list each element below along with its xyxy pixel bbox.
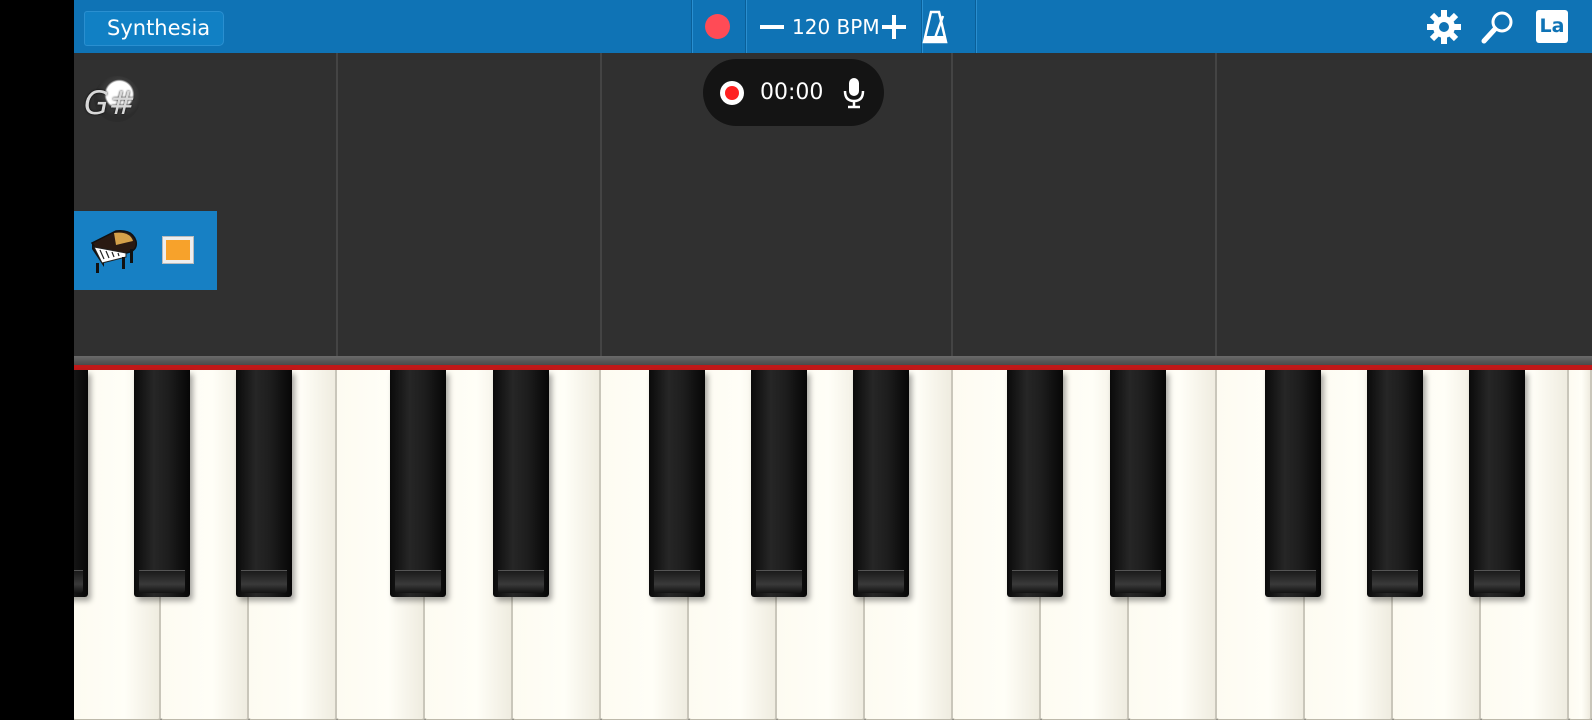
synthesia-app: Synthesia 120 BPM La G# 00:00 — [74, 0, 1592, 720]
keyboard-rail — [74, 356, 1592, 365]
black-key[interactable] — [853, 370, 909, 597]
black-key[interactable] — [1367, 370, 1423, 597]
top-toolbar: Synthesia 120 BPM La — [74, 0, 1592, 53]
black-key[interactable] — [1110, 370, 1166, 597]
black-key[interactable] — [751, 370, 807, 597]
track-color-swatch[interactable] — [162, 236, 194, 264]
magnifier-icon[interactable] — [1480, 9, 1516, 45]
black-key[interactable] — [649, 370, 705, 597]
back-button[interactable]: Synthesia — [84, 11, 225, 46]
black-key[interactable] — [1469, 370, 1525, 597]
toolbar-divider — [691, 0, 692, 53]
microphone-icon[interactable] — [842, 77, 866, 109]
metronome-icon[interactable] — [922, 10, 948, 44]
back-button-label: Synthesia — [107, 16, 211, 40]
gear-icon[interactable] — [1426, 9, 1462, 45]
black-key[interactable] — [1007, 370, 1063, 597]
measure-line — [1215, 53, 1217, 356]
key-signature-indicator[interactable]: G# — [84, 72, 154, 132]
black-key[interactable] — [1265, 370, 1321, 597]
grand-piano-icon — [90, 229, 138, 273]
key-note-label: G# — [84, 84, 136, 122]
measure-line — [951, 53, 953, 356]
tempo-decrease-button[interactable] — [760, 14, 786, 40]
record-dot-icon[interactable] — [720, 81, 744, 105]
record-icon[interactable] — [705, 14, 730, 39]
black-key[interactable] — [74, 370, 88, 597]
toolbar-divider — [975, 0, 976, 53]
measure-line — [600, 53, 602, 356]
tempo-label: 120 BPM — [792, 15, 880, 39]
measure-line — [336, 53, 338, 356]
recorder-widget[interactable]: 00:00 — [703, 59, 884, 126]
instrument-track-button[interactable] — [74, 211, 217, 290]
toolbar-divider — [745, 0, 746, 53]
black-key[interactable] — [390, 370, 446, 597]
black-key[interactable] — [236, 370, 292, 597]
piano-keyboard — [74, 356, 1592, 720]
white-key[interactable] — [1569, 370, 1592, 720]
black-key[interactable] — [134, 370, 190, 597]
tempo-increase-button[interactable] — [882, 14, 908, 40]
recording-time: 00:00 — [760, 80, 824, 105]
black-key[interactable] — [493, 370, 549, 597]
language-button[interactable]: La — [1536, 10, 1568, 43]
